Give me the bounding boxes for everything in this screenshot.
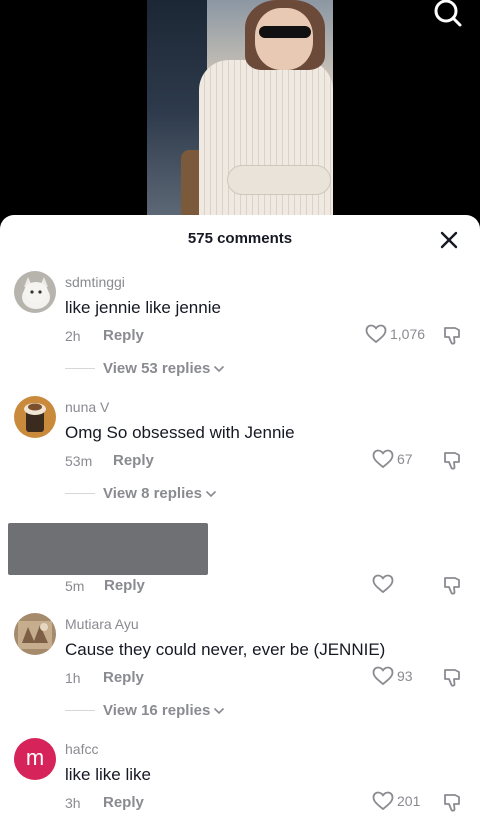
redacted-comment-block	[8, 523, 208, 575]
view-replies-button[interactable]: View 53 replies	[65, 360, 225, 377]
comments-sheet: 575 comments sdmtinggi like jennie like …	[0, 215, 480, 814]
chevron-down-icon	[214, 365, 225, 372]
divider	[65, 710, 95, 711]
view-replies-label: View 8 replies	[103, 485, 202, 502]
heart-icon	[372, 574, 394, 594]
striped-shirt	[199, 60, 333, 220]
heart-icon	[372, 449, 394, 469]
comments-header: 575 comments	[0, 215, 480, 261]
comment-username[interactable]: nuna V	[65, 399, 109, 415]
comment-timestamp: 1h	[65, 670, 81, 686]
sunglasses	[259, 26, 311, 38]
like-button[interactable]	[372, 574, 394, 594]
reply-button[interactable]: Reply	[103, 327, 144, 344]
reply-button[interactable]: Reply	[103, 669, 144, 686]
reply-button[interactable]: Reply	[103, 794, 144, 811]
heart-icon	[372, 791, 394, 811]
comment-timestamp: 2h	[65, 328, 81, 344]
comment-timestamp: 3h	[65, 795, 81, 811]
like-button[interactable]: 67	[372, 449, 413, 469]
view-replies-button[interactable]: View 8 replies	[65, 485, 217, 502]
comment-username[interactable]: sdmtinggi	[65, 274, 125, 290]
comment-username[interactable]: Mutiara Ayu	[65, 616, 139, 632]
dislike-icon[interactable]	[441, 450, 463, 472]
comment-timestamp: 53m	[65, 453, 93, 469]
like-count: 67	[397, 451, 413, 467]
video-thumbnail	[147, 0, 333, 220]
avatar[interactable]: m	[14, 738, 56, 780]
comment-text: like jennie like jennie	[65, 298, 221, 317]
avatar[interactable]	[14, 271, 56, 313]
avatar[interactable]	[14, 396, 56, 438]
face	[255, 8, 313, 70]
like-count: 201	[397, 793, 421, 809]
avatar[interactable]	[14, 613, 56, 655]
comment-username[interactable]: hafcc	[65, 741, 98, 757]
comments-count-title: 575 comments	[187, 230, 293, 247]
video-preview[interactable]	[0, 0, 480, 230]
dislike-icon[interactable]	[441, 325, 463, 347]
view-replies-button[interactable]: View 16 replies	[65, 702, 225, 719]
like-count: 93	[397, 668, 413, 684]
comment-text: Omg So obsessed with Jennie	[65, 423, 295, 442]
chevron-down-icon	[205, 490, 217, 497]
view-replies-label: View 16 replies	[103, 702, 211, 719]
like-button[interactable]: 201	[372, 791, 420, 811]
heart-icon	[365, 324, 387, 344]
like-count: 1,076	[390, 326, 426, 342]
dislike-icon[interactable]	[441, 575, 463, 597]
avatar-letter: m	[25, 744, 45, 770]
comment-text: Cause they could never, ever be (JENNIE)	[65, 640, 386, 659]
comment-timestamp: 5m	[65, 578, 85, 594]
view-replies-label: View 53 replies	[103, 360, 211, 377]
divider	[65, 368, 95, 369]
search-icon[interactable]	[432, 0, 464, 28]
dislike-icon[interactable]	[441, 667, 463, 689]
divider	[65, 493, 95, 494]
heart-icon	[372, 666, 394, 686]
comment-text: like like like	[65, 765, 151, 784]
crossed-arms	[227, 165, 331, 195]
reply-button[interactable]: Reply	[104, 577, 145, 594]
chevron-down-icon	[214, 707, 225, 714]
close-icon[interactable]	[439, 230, 459, 250]
like-button[interactable]: 1,076	[365, 324, 425, 344]
like-button[interactable]: 93	[372, 666, 413, 686]
dislike-icon[interactable]	[441, 792, 463, 814]
reply-button[interactable]: Reply	[113, 452, 154, 469]
